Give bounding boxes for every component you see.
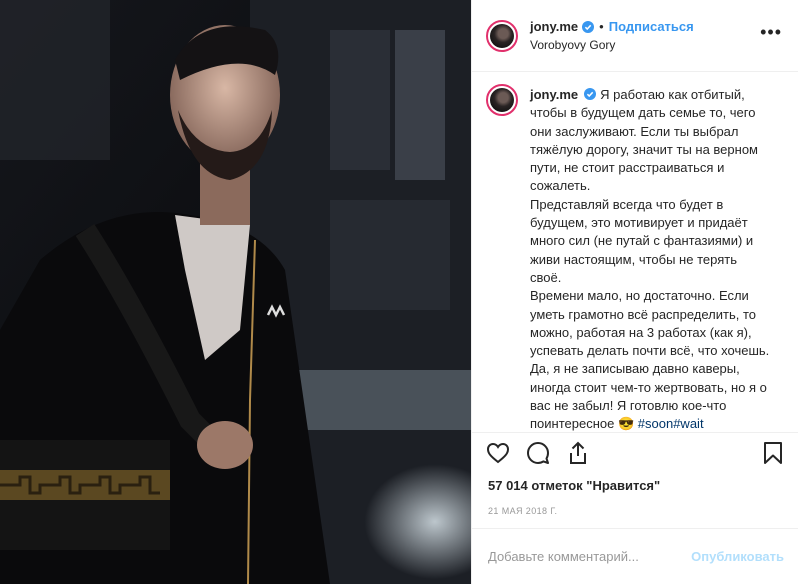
post-photo[interactable] [0, 0, 471, 584]
comment-input[interactable]: Добавьте комментарий... [488, 549, 691, 564]
post-photo-image [0, 0, 471, 584]
follow-button[interactable]: Подписаться [609, 19, 694, 34]
publish-button[interactable]: Опубликовать [691, 549, 784, 564]
verified-badge-icon [582, 20, 595, 33]
like-button[interactable] [486, 441, 510, 465]
heart-icon [486, 442, 510, 463]
author-avatar[interactable] [486, 19, 518, 52]
location-link[interactable]: Vorobyovy Gory [530, 38, 694, 52]
author-username[interactable]: jony.me [530, 19, 578, 34]
caption-paragraph: Представляй всегда что будет в будущем, … [530, 196, 754, 285]
post-date[interactable]: 21 МАЯ 2018 Г. [472, 498, 798, 520]
more-options-icon[interactable]: ••• [760, 22, 782, 43]
caption: jony.me Я работаю как отбитый, чтобы в бу… [486, 84, 782, 432]
caption-paragraph: Времени мало, но достаточно. Если уметь … [530, 288, 770, 359]
comment-button[interactable] [526, 441, 550, 465]
caption-username[interactable]: jony.me [530, 87, 578, 102]
caption-text: jony.me Я работаю как отбитый, чтобы в бу… [530, 86, 770, 432]
caption-paragraph: Да, я не записываю давно каверы, иногда … [530, 360, 770, 432]
caption-paragraph: Я работаю как отбитый, чтобы в будущем д… [530, 87, 758, 194]
comment-form: Добавьте комментарий... Опубликовать [472, 528, 798, 584]
bookmark-icon [764, 442, 782, 464]
share-upload-icon [570, 441, 586, 464]
comment-icon [527, 441, 549, 464]
save-button[interactable] [762, 441, 786, 465]
instagram-post: jony.me • Подписаться Vorobyovy Gory •••… [0, 0, 798, 584]
verified-badge-icon [584, 88, 597, 100]
post-header: jony.me • Подписаться Vorobyovy Gory ••• [472, 0, 798, 72]
likes-count[interactable]: 57 014 отметок "Нравится" [472, 472, 798, 498]
hashtag-links[interactable]: #soon#wait [638, 416, 704, 431]
separator-dot: • [599, 19, 604, 34]
post-side-panel: jony.me • Подписаться Vorobyovy Gory •••… [471, 0, 798, 584]
action-bar [472, 432, 798, 472]
share-button[interactable] [566, 441, 590, 465]
caption-avatar[interactable] [486, 84, 518, 116]
caption-area[interactable]: jony.me Я работаю как отбитый, чтобы в бу… [472, 72, 798, 432]
